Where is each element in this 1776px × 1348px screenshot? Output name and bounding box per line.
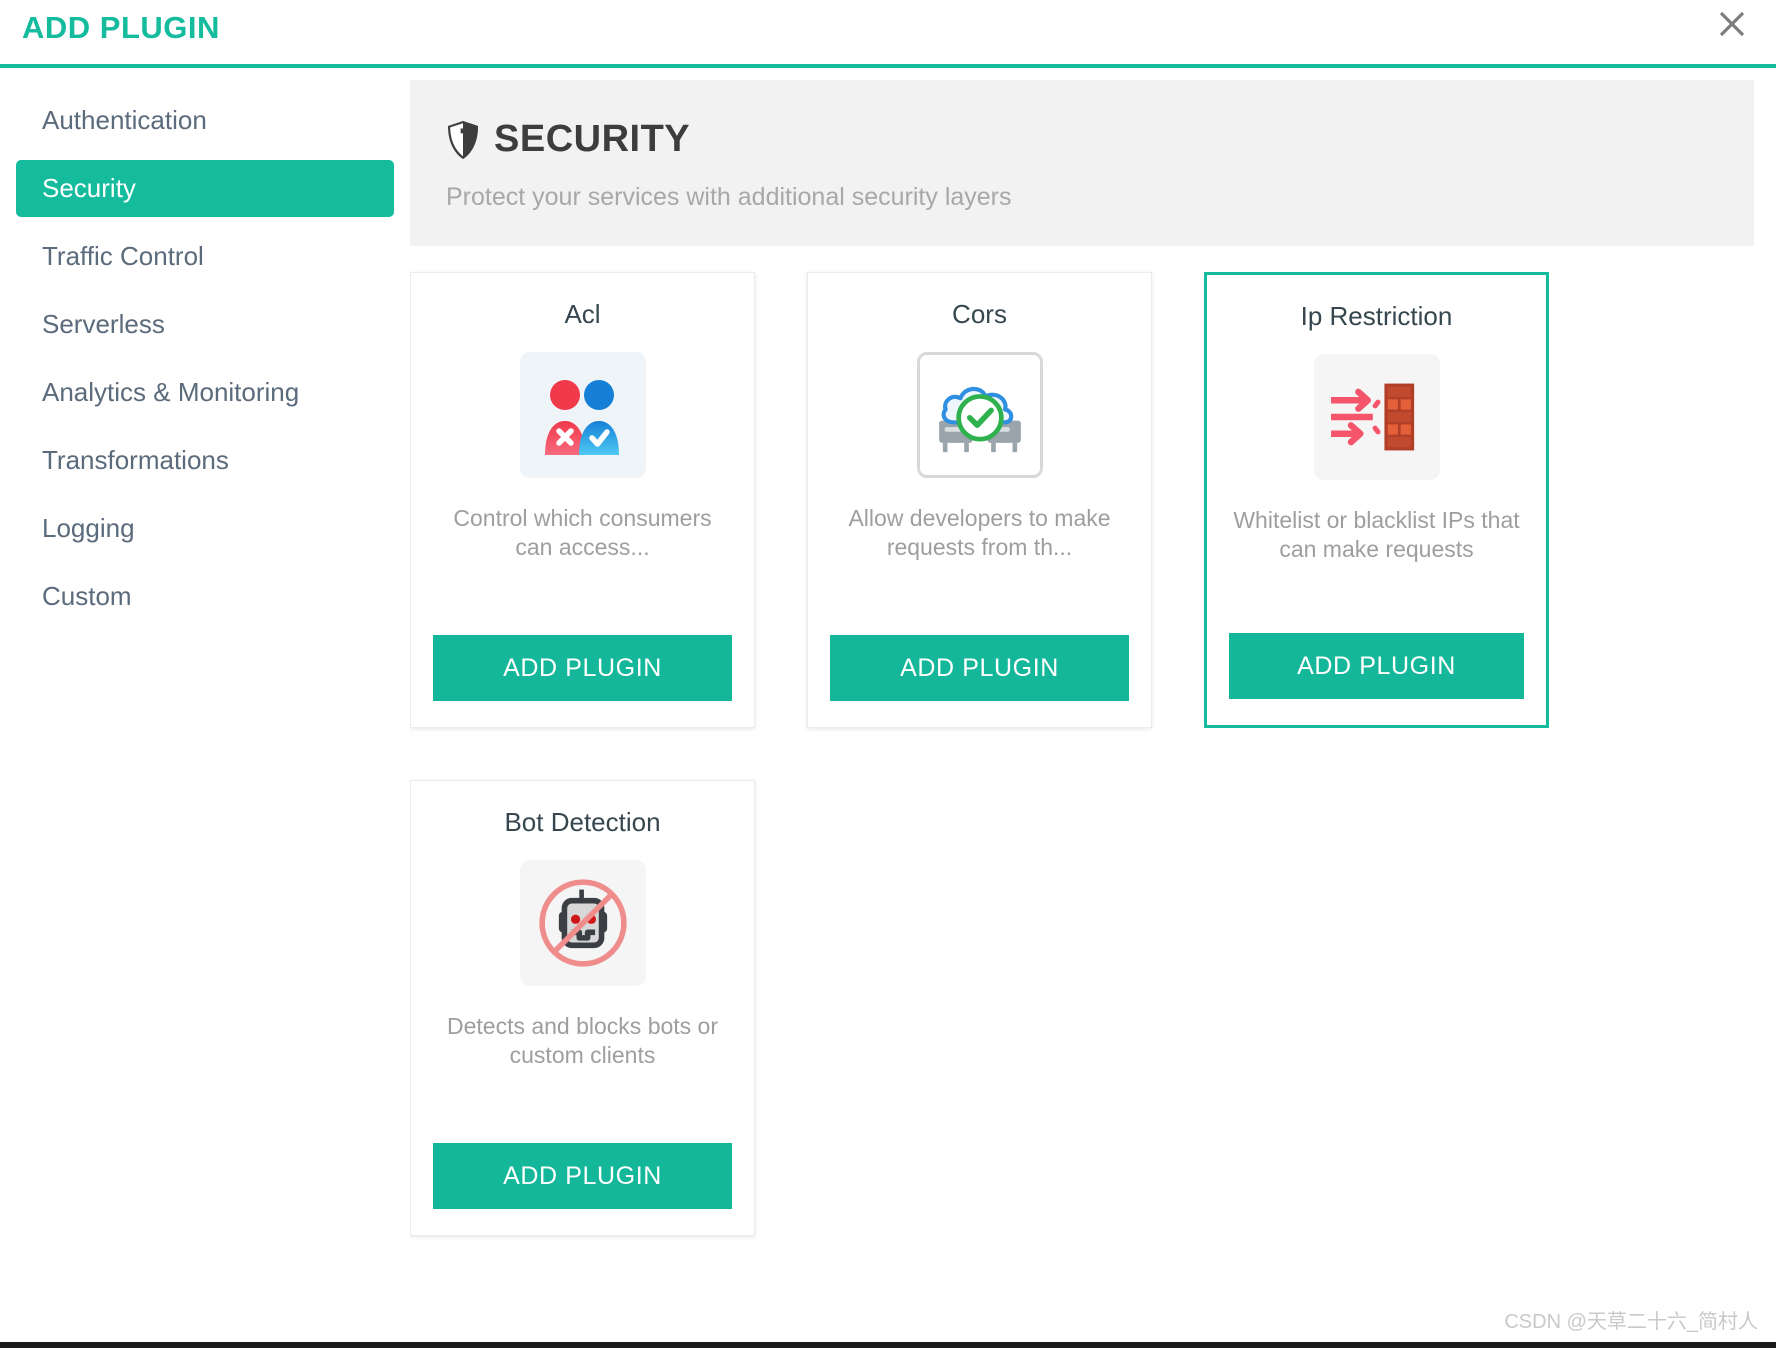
plugin-card-title: Cors xyxy=(952,299,1007,329)
dialog-header: ADD PLUGIN xyxy=(0,0,1776,68)
cloud-check-server-icon xyxy=(916,352,1043,478)
dialog-body: Authentication Security Traffic Control … xyxy=(0,68,1776,1348)
plugin-card-description: Control which consumers can access... xyxy=(453,505,712,561)
sidebar-item-traffic-control[interactable]: Traffic Control xyxy=(16,228,394,285)
plugin-card-grid: Acl Control which consumers can access..… xyxy=(410,272,1754,1236)
sidebar-item-custom[interactable]: Custom xyxy=(16,568,394,625)
sidebar-item-security[interactable]: Security xyxy=(16,160,394,217)
sidebar-item-label: Authentication xyxy=(42,105,207,135)
sidebar-item-transformations[interactable]: Transformations xyxy=(16,432,394,489)
sidebar-item-label: Security xyxy=(42,173,136,203)
sidebar-item-label: Analytics & Monitoring xyxy=(42,377,300,407)
plugin-card-description: Whitelist or blacklist IPs that can make… xyxy=(1233,507,1520,563)
sidebar-item-label: Transformations xyxy=(42,445,229,475)
sidebar-item-serverless[interactable]: Serverless xyxy=(16,296,394,353)
section-banner: SECURITY Protect your services with addi… xyxy=(410,80,1754,246)
plugin-card-acl[interactable]: Acl Control which consumers can access..… xyxy=(410,272,755,728)
sidebar-item-label: Logging xyxy=(42,513,135,543)
plugin-card-title: Ip Restriction xyxy=(1300,301,1453,331)
section-title-row: SECURITY xyxy=(446,118,1754,161)
plugin-list-panel: SECURITY Protect your services with addi… xyxy=(410,68,1776,1348)
add-plugin-dialog: ADD PLUGIN Authentication Security Traff… xyxy=(0,0,1776,1348)
shield-icon xyxy=(446,120,480,160)
close-icon[interactable] xyxy=(1710,2,1754,46)
sidebar-item-label: Traffic Control xyxy=(42,241,204,271)
plugin-card-cors[interactable]: Cors Allow developers to make requests f… xyxy=(807,272,1152,728)
plugin-card-description: Allow developers to make requests from t… xyxy=(848,505,1111,561)
sidebar-item-logging[interactable]: Logging xyxy=(16,500,394,557)
sidebar-item-label: Serverless xyxy=(42,309,165,339)
sidebar-item-label: Custom xyxy=(42,581,132,611)
category-sidebar: Authentication Security Traffic Control … xyxy=(0,68,410,625)
plugin-card-ip-restriction[interactable]: Ip Restriction Whitelist or blacklist IP… xyxy=(1204,272,1549,728)
arrows-firewall-icon xyxy=(1313,354,1440,480)
section-subtitle: Protect your services with additional se… xyxy=(446,183,1012,211)
dialog-title: ADD PLUGIN xyxy=(22,10,220,45)
plugin-card-description: Detects and blocks bots or custom client… xyxy=(446,1013,719,1069)
no-robot-icon xyxy=(519,860,646,986)
bottom-bar xyxy=(0,1342,1776,1348)
add-plugin-button-bot-detection[interactable]: ADD PLUGIN xyxy=(433,1143,732,1209)
plugin-card-title: Acl xyxy=(564,299,601,329)
plugin-card-bot-detection[interactable]: Bot Detection Detects and blocks bots or… xyxy=(410,780,755,1236)
two-users-allow-deny-icon xyxy=(519,352,646,478)
sidebar-item-authentication[interactable]: Authentication xyxy=(16,92,394,149)
sidebar-item-analytics-monitoring[interactable]: Analytics & Monitoring xyxy=(16,364,394,421)
add-plugin-button-acl[interactable]: ADD PLUGIN xyxy=(433,635,732,701)
add-plugin-button-cors[interactable]: ADD PLUGIN xyxy=(830,635,1129,701)
section-title: SECURITY xyxy=(494,118,691,160)
plugin-card-title: Bot Detection xyxy=(504,807,661,837)
add-plugin-button-ip-restriction[interactable]: ADD PLUGIN xyxy=(1229,633,1524,699)
